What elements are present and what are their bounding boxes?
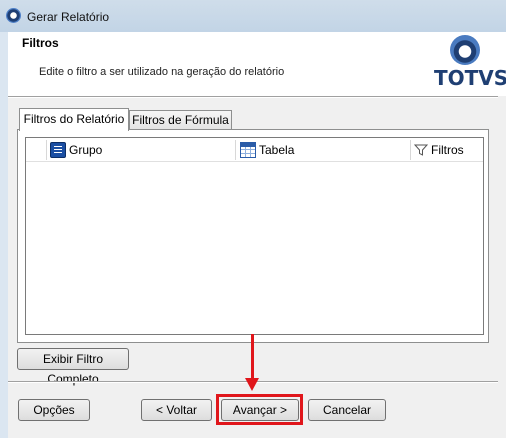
tab-filtros-de-formula[interactable]: Filtros de Fórmula — [129, 110, 232, 130]
window-title: Gerar Relatório — [27, 10, 110, 24]
annotation-arrow-head — [245, 378, 259, 391]
highlight-box — [216, 394, 303, 425]
group-icon — [50, 142, 66, 158]
column-label: Filtros — [431, 143, 464, 157]
column-label: Tabela — [259, 143, 295, 157]
totvs-logo: TOTVS — [432, 32, 506, 94]
column-divider — [235, 140, 236, 160]
column-divider — [410, 140, 411, 160]
page-description: Edite o filtro a ser utilizado na geraçã… — [39, 66, 285, 78]
wizard-header: Filtros Edite o filtro a ser utilizado n… — [8, 32, 506, 96]
grid-header: Grupo Tabela Filtros — [26, 138, 483, 162]
annotation-arrow-line — [251, 334, 254, 380]
app-icon — [6, 8, 21, 23]
totvs-logo-text: TOTVS — [434, 66, 506, 90]
page-title: Filtros — [22, 36, 59, 50]
table-icon — [240, 142, 256, 158]
cancel-button[interactable]: Cancelar — [308, 399, 386, 421]
back-button[interactable]: < Voltar — [141, 399, 212, 421]
totvs-logo-icon — [450, 35, 480, 65]
filter-icon — [414, 144, 428, 156]
title-bar: Gerar Relatório — [0, 0, 506, 32]
column-divider — [46, 140, 47, 160]
tab-filtros-do-relatorio[interactable]: Filtros do Relatório — [19, 108, 129, 131]
column-header-filtros[interactable]: Filtros — [414, 138, 464, 162]
header-divider — [8, 96, 498, 98]
column-header-tabela[interactable]: Tabela — [240, 138, 294, 162]
filter-grid[interactable]: Grupo Tabela Filtros — [25, 137, 484, 335]
column-label: Grupo — [69, 143, 103, 157]
show-full-filter-button[interactable]: Exibir Filtro Completo — [17, 348, 129, 386]
options-button[interactable]: Opções — [18, 399, 90, 421]
column-header-grupo[interactable]: Grupo — [50, 138, 102, 162]
